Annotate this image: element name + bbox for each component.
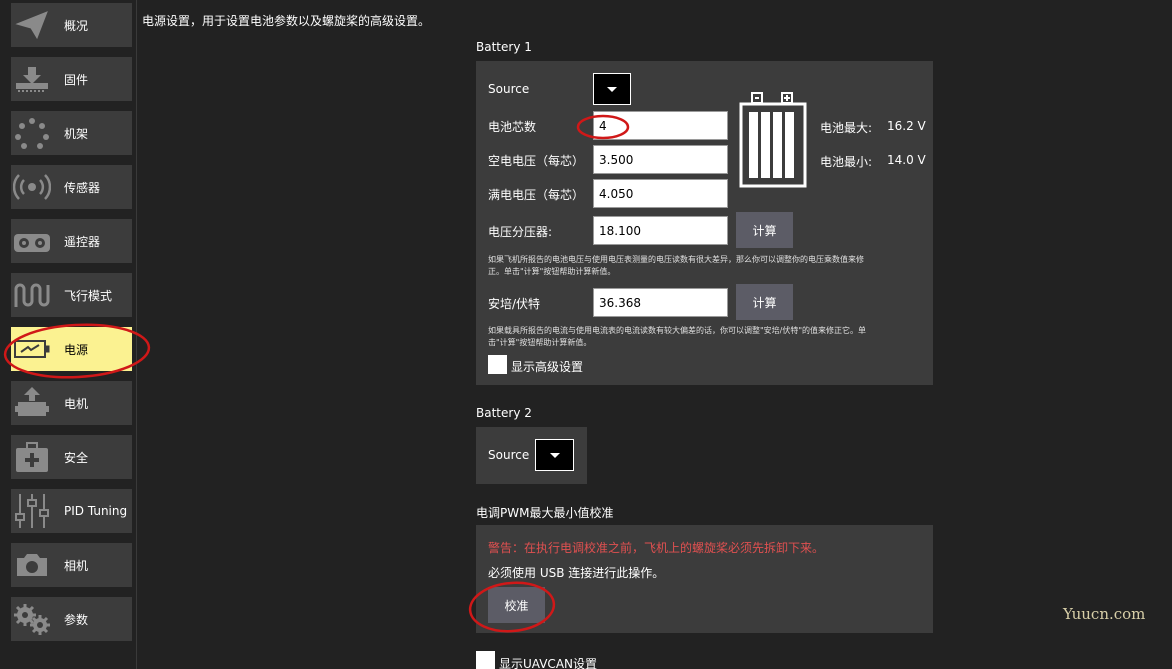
battery2-title: Battery 2 xyxy=(476,406,532,420)
sidebar-item-label: PID Tuning xyxy=(64,504,128,518)
uavcan-settings-label: 显示UAVCAN设置 xyxy=(499,657,597,669)
first-aid-icon xyxy=(11,435,53,479)
sidebar-item-label: 相机 xyxy=(64,558,89,573)
sidebar-item-summary[interactable]: 概况 xyxy=(11,3,132,47)
voltage-divider-help: 如果飞机所报告的电池电压与使用电压表测量的电压读数有很大差异，那么你可以调整你的… xyxy=(488,254,864,278)
sidebar-item-label: 电源 xyxy=(64,342,89,357)
help-line: 正。单击"计算"按钮帮助计算新值。 xyxy=(488,267,616,276)
sidebar-item-pid-tuning[interactable]: PID Tuning xyxy=(11,489,132,533)
help-line: 如果载具所报告的电流与使用电流表的电流读数有较大偏差的话，你可以调整"安培/伏特… xyxy=(488,326,867,335)
esc-warning-text: 警告：在执行电调校准之前，飞机上的螺旋桨必须先拆卸下来。 xyxy=(488,541,825,555)
sidebar-item-motors[interactable]: 电机 xyxy=(11,381,132,425)
sidebar-item-power[interactable]: 电源 xyxy=(11,327,132,371)
calibrate-button[interactable]: 校准 xyxy=(488,587,545,623)
frame-dots-icon xyxy=(11,111,53,155)
sidebar-item-label: 电机 xyxy=(64,396,89,411)
esc-calibration-panel: 警告：在执行电调校准之前，飞机上的螺旋桨必须先拆卸下来。 必须使用 USB 连接… xyxy=(476,525,933,633)
empty-voltage-input[interactable]: 3.500 xyxy=(593,145,728,174)
advanced-settings-checkbox[interactable] xyxy=(488,355,507,374)
amps-per-volt-input[interactable]: 36.368 xyxy=(593,288,728,317)
battery1-source-label: Source xyxy=(488,82,530,96)
sidebar-item-label: 飞行模式 xyxy=(64,288,113,303)
sidebar-item-firmware[interactable]: 固件 xyxy=(11,57,132,101)
uavcan-settings-checkbox[interactable] xyxy=(476,651,495,669)
sidebar-item-label: 安全 xyxy=(64,450,89,465)
help-line: 击"计算"按钮帮助计算新值。 xyxy=(488,338,592,347)
voltage-divider-input[interactable]: 18.100 xyxy=(593,216,728,245)
sidebar-item-label: 传感器 xyxy=(64,180,101,195)
esc-calibration-title: 电调PWM最大最小值校准 xyxy=(476,506,614,520)
sliders-icon xyxy=(11,489,53,533)
battery1-panel: Source 电池芯数 4 空电电压（每芯） 3.500 满电电压（每芯） 4.… xyxy=(476,61,933,385)
sidebar-item-label: 概况 xyxy=(64,18,89,33)
battery-max-label: 电池最大: xyxy=(820,121,873,135)
empty-voltage-label: 空电电压（每芯） xyxy=(488,154,585,168)
sidebar-item-label: 参数 xyxy=(64,612,89,627)
help-line: 如果飞机所报告的电池电压与使用电压表测量的电压读数有很大差异，那么你可以调整你的… xyxy=(488,255,864,264)
battery2-panel: Source xyxy=(476,427,587,484)
cells-label: 电池芯数 xyxy=(488,120,537,134)
sidebar-item-camera[interactable]: 相机 xyxy=(11,543,132,587)
battery2-source-combo[interactable] xyxy=(535,439,574,471)
camera-icon xyxy=(11,543,53,587)
chevron-down-icon xyxy=(549,452,560,458)
cells-input[interactable]: 4 xyxy=(593,111,728,140)
chevron-down-icon xyxy=(607,86,617,92)
sidebar-item-radio[interactable]: 遥控器 xyxy=(11,219,132,263)
sidebar: 概况 固件 机架 传感器 遥控器 飞行模式 电源 电机 安全 PID Tunin… xyxy=(0,0,137,669)
amps-per-volt-label: 安培/伏特 xyxy=(488,297,541,311)
page-description: 电源设置，用于设置电池参数以及螺旋桨的高级设置。 xyxy=(142,14,431,28)
usb-note-text: 必须使用 USB 连接进行此操作。 xyxy=(488,566,665,580)
battery1-title: Battery 1 xyxy=(476,40,532,54)
download-icon xyxy=(11,57,53,101)
remote-control-icon xyxy=(11,219,53,263)
sidebar-item-label: 固件 xyxy=(64,72,89,87)
wave-icon xyxy=(11,273,53,317)
sidebar-item-sensors[interactable]: 传感器 xyxy=(11,165,132,209)
motor-icon xyxy=(11,381,53,425)
amps-per-volt-calc-button[interactable]: 计算 xyxy=(736,284,793,320)
voltage-divider-label: 电压分压器: xyxy=(488,225,553,239)
gears-icon xyxy=(11,597,53,641)
full-voltage-label: 满电电压（每芯） xyxy=(488,188,585,202)
voltage-divider-calc-button[interactable]: 计算 xyxy=(736,212,793,248)
radio-waves-icon xyxy=(11,165,53,209)
sidebar-item-label: 遥控器 xyxy=(64,234,101,249)
full-voltage-input[interactable]: 4.050 xyxy=(593,179,728,208)
battery2-source-label: Source xyxy=(488,448,530,462)
paper-plane-icon xyxy=(11,3,53,47)
sidebar-item-safety[interactable]: 安全 xyxy=(11,435,132,479)
battery-max-value: 16.2 V xyxy=(887,119,926,133)
advanced-settings-label: 显示高级设置 xyxy=(511,360,584,374)
sidebar-item-label: 机架 xyxy=(64,126,89,141)
battery1-source-combo[interactable] xyxy=(593,73,631,105)
battery-min-label: 电池最小: xyxy=(820,155,873,169)
amps-per-volt-help: 如果载具所报告的电流与使用电流表的电流读数有较大偏差的话，你可以调整"安培/伏特… xyxy=(488,325,866,349)
battery-graphic-icon xyxy=(739,91,809,193)
battery-icon xyxy=(11,327,53,371)
sidebar-item-parameters[interactable]: 参数 xyxy=(11,597,132,641)
sidebar-item-flight-modes[interactable]: 飞行模式 xyxy=(11,273,132,317)
sidebar-item-airframe[interactable]: 机架 xyxy=(11,111,132,155)
watermark: Yuucn.com xyxy=(1063,605,1146,623)
battery-min-value: 14.0 V xyxy=(887,153,926,167)
